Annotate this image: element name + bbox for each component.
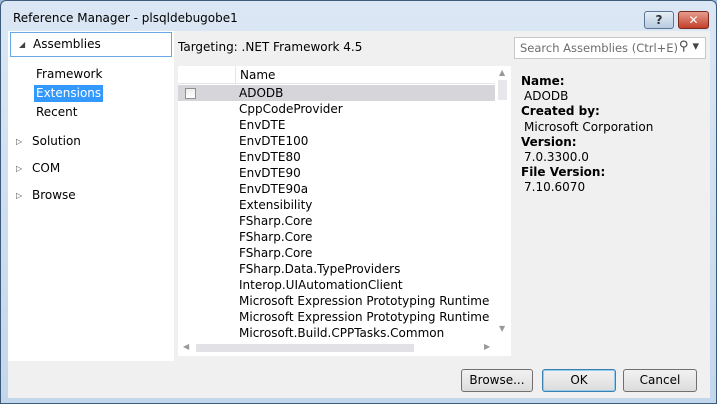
collapsed-triangle-icon: ▷	[16, 137, 23, 146]
window-title: Reference Manager - plsqldebugobe1	[13, 11, 238, 25]
list-item[interactable]: CppCodeProvider	[178, 101, 495, 117]
list-item[interactable]: FSharp.Core	[178, 229, 495, 245]
horizontal-scrollbar[interactable]: ◀ ▶	[178, 338, 495, 356]
nav-extensions[interactable]: Extensions	[34, 85, 104, 102]
nav-recent[interactable]: Recent	[34, 104, 79, 121]
details-panel: Name: ADODB Created by: Microsoft Corporat…	[521, 74, 654, 195]
search-icon[interactable]: ⚲ ▾	[679, 39, 699, 54]
checkbox[interactable]	[185, 88, 196, 99]
assembly-list: Name ADODB CppCodeProvider EnvDTE EnvDTE100…	[178, 66, 511, 356]
list-item[interactable]: EnvDTE100	[178, 133, 495, 149]
list-item[interactable]: EnvDTE80	[178, 149, 495, 165]
column-header-name[interactable]: Name	[235, 66, 279, 84]
nav-solution[interactable]: Solution	[32, 134, 81, 148]
list-item[interactable]: FSharp.Data.TypeProviders	[178, 261, 495, 277]
search-input[interactable]: Search Assemblies (Ctrl+E) ⚲ ▾	[514, 37, 706, 59]
vertical-scrollbar[interactable]: ▲ ▼	[495, 66, 511, 338]
nav-framework[interactable]: Framework	[34, 66, 104, 83]
ok-button[interactable]: OK	[542, 369, 616, 392]
list-item[interactable]: EnvDTE90a	[178, 181, 495, 197]
list-item[interactable]: EnvDTE90	[178, 165, 495, 181]
list-item[interactable]: Microsoft Expression Prototyping Runtime	[178, 309, 495, 325]
reference-manager-window: Reference Manager - plsqldebugobe1 ? ✕ ◢…	[0, 0, 717, 404]
nav-browse[interactable]: Browse	[32, 188, 76, 202]
browse-button[interactable]: Browse...	[461, 369, 533, 392]
list-item[interactable]: Interop.UIAutomationClient	[178, 277, 495, 293]
help-button[interactable]: ?	[644, 11, 674, 29]
list-item[interactable]: EnvDTE	[178, 117, 495, 133]
collapsed-triangle-icon: ▷	[16, 191, 23, 200]
list-item[interactable]: FSharp.Core	[178, 213, 495, 229]
nav-com[interactable]: COM	[32, 161, 60, 175]
cancel-button[interactable]: Cancel	[623, 369, 697, 392]
expanded-triangle-icon: ◢	[19, 40, 26, 49]
nav-panel: ◢ Assemblies Framework Extensions Recent …	[8, 31, 174, 361]
list-item[interactable]: Microsoft Expression Prototyping Runtime	[178, 293, 495, 309]
list-item[interactable]: FSharp.Core	[178, 245, 495, 261]
collapsed-triangle-icon: ▷	[16, 164, 23, 173]
targeting-label: Targeting: .NET Framework 4.5	[178, 40, 363, 54]
list-item[interactable]: ADODB	[178, 85, 495, 101]
close-button[interactable]: ✕	[678, 11, 709, 29]
nav-assemblies[interactable]: ◢ Assemblies	[10, 32, 172, 57]
list-item[interactable]: Extensibility	[178, 197, 495, 213]
